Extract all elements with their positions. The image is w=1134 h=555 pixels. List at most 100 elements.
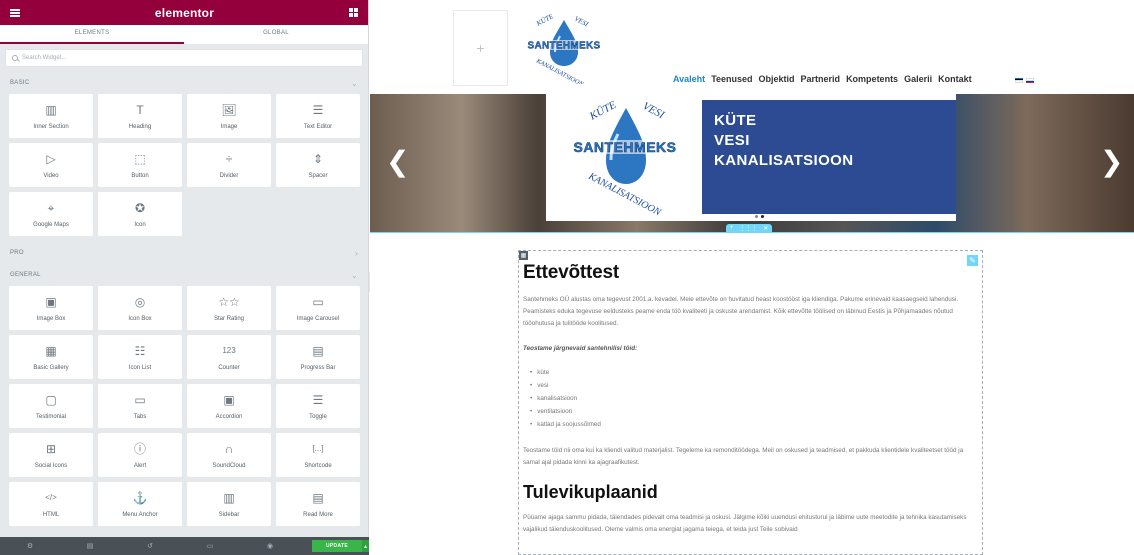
- widget-shortcode[interactable]: [...] Shortcode: [276, 433, 360, 477]
- widget-label: Progress Bar: [300, 364, 336, 371]
- nav-item-partnerid[interactable]: Partnerid: [801, 74, 841, 84]
- widget-counter[interactable]: 123 Counter: [187, 335, 271, 379]
- widget-google-maps[interactable]: ⌖ Google Maps: [9, 192, 93, 236]
- widget-toggle[interactable]: ☰ Toggle: [276, 384, 360, 428]
- divider-icon: ÷: [225, 151, 233, 166]
- intro-paragraph[interactable]: Santehmeks OÜ alustas oma tegevust 2001.…: [523, 294, 978, 330]
- svg-text:SANTEHMEKS: SANTEHMEKS: [573, 139, 676, 155]
- widget-button[interactable]: ⬚ Button: [98, 143, 182, 187]
- update-options-icon[interactable]: ▴: [362, 540, 369, 552]
- slider-prev-arrow-icon[interactable]: ❮: [386, 148, 409, 176]
- widget-label: Sidebar: [218, 511, 240, 518]
- nav-item-objektid[interactable]: Objektid: [759, 74, 795, 84]
- estonian-flag-icon[interactable]: [1015, 78, 1023, 83]
- section-handle[interactable]: + ⋮⋮⋮ ✕: [726, 224, 772, 232]
- svg-text:KÜTE: KÜTE: [587, 99, 619, 123]
- search-input[interactable]: Search Widget...: [5, 49, 363, 67]
- list-item: katlad ja soojussõlmed: [530, 418, 978, 431]
- heading-tulevikuplaanid[interactable]: Tulevikuplaanid: [523, 482, 978, 503]
- widget-video[interactable]: ▷ Video: [9, 143, 93, 187]
- column-handle-icon[interactable]: ▦: [519, 251, 528, 260]
- widget-html[interactable]: </> HTML: [9, 482, 93, 526]
- nav-item-kontakt[interactable]: Kontakt: [938, 74, 972, 84]
- widget-icon[interactable]: ✪ Icon: [98, 192, 182, 236]
- content-column[interactable]: ▦ ✎ Ettevõttest Santehmeks OÜ alustas om…: [518, 250, 983, 555]
- russian-flag-icon[interactable]: [1026, 78, 1034, 83]
- nav-item-avaleht[interactable]: Avaleht: [673, 74, 705, 84]
- accordion-icon: ▣: [223, 392, 235, 407]
- widget-text-editor[interactable]: ☰ Text Editor: [276, 94, 360, 138]
- widget-label: Heading: [128, 123, 152, 130]
- main-nav: Avaleht Teenused Objektid Partnerid Kompeten…: [673, 74, 972, 84]
- widget-star-rating[interactable]: ☆☆ Star Rating: [187, 286, 271, 330]
- preview-eye-icon[interactable]: ◉: [240, 537, 300, 555]
- widget-tabs[interactable]: ▭ Tabs: [98, 384, 182, 428]
- anchor-icon: ⚓: [132, 490, 148, 505]
- settings-gear-icon[interactable]: ⚙: [0, 537, 60, 555]
- add-section-icon[interactable]: +: [730, 225, 734, 231]
- columns-icon: ▥: [45, 102, 57, 117]
- history-icon[interactable]: ↺: [120, 537, 180, 555]
- testimonial-icon: ▢: [45, 392, 57, 407]
- edit-pencil-icon[interactable]: ✎: [967, 255, 978, 266]
- brand-title: elementor: [154, 5, 215, 20]
- responsive-icon[interactable]: ▭: [180, 537, 240, 555]
- hero-slider: KÜTE VESI SANTEHMEKS KANALISATSIOON KÜTE…: [370, 94, 1134, 232]
- nav-item-galerii[interactable]: Galerii: [904, 74, 932, 84]
- category-basic[interactable]: BASIC ⌄: [0, 72, 368, 94]
- widget-heading[interactable]: T Heading: [98, 94, 182, 138]
- widget-sidebar[interactable]: ▥ Sidebar: [187, 482, 271, 526]
- tab-global[interactable]: GLOBAL: [184, 25, 368, 44]
- carousel-icon: ▭: [312, 294, 324, 309]
- widget-basic-gallery[interactable]: ▦ Basic Gallery: [9, 335, 93, 379]
- category-pro[interactable]: PRO ›: [0, 242, 368, 264]
- santehmeks-logo[interactable]: KÜTE VESI SANTEHMEKS KANALISATSIOON: [512, 14, 617, 84]
- future-paragraph[interactable]: Püüame ajaga sammu pidada, täiendades pi…: [523, 512, 978, 536]
- nav-item-teenused[interactable]: Teenused: [711, 74, 752, 84]
- nav-item-kompetents[interactable]: Kompetents: [846, 74, 898, 84]
- widget-label: Image Carousel: [296, 315, 340, 322]
- widget-image-carousel[interactable]: ▭ Image Carousel: [276, 286, 360, 330]
- widget-testimonial[interactable]: ▢ Testimonial: [9, 384, 93, 428]
- panel-header: elementor: [0, 0, 368, 25]
- section-drag-icon[interactable]: ⋮⋮⋮: [739, 225, 757, 232]
- materials-paragraph[interactable]: Teostame töid nii oma kui ka kliendi val…: [523, 445, 978, 469]
- panel-footer: ⚙ ▤ ↺ ▭ ◉ UPDATE ▴: [0, 537, 369, 555]
- widget-social-icons[interactable]: ⊞ Social Icons: [9, 433, 93, 477]
- tab-elements[interactable]: ELEMENTS: [0, 25, 184, 44]
- widget-icon-list[interactable]: ☷ Icon List: [98, 335, 182, 379]
- list-item: kanalisatsioon: [530, 392, 978, 405]
- widget-accordion[interactable]: ▣ Accordion: [187, 384, 271, 428]
- widget-divider[interactable]: ÷ Divider: [187, 143, 271, 187]
- widget-label: Basic Gallery: [33, 364, 69, 371]
- category-label: PRO: [10, 250, 24, 256]
- widget-read-more[interactable]: ▤ Read More: [276, 482, 360, 526]
- widget-label: Alert: [133, 462, 147, 469]
- slider-dot-active[interactable]: [761, 215, 764, 218]
- widget-alert[interactable]: ⓘ Alert: [98, 433, 182, 477]
- slider-dot[interactable]: [755, 215, 758, 218]
- category-general[interactable]: GENERAL ⌄: [0, 264, 368, 286]
- star-circle-icon: ✪: [134, 200, 146, 215]
- map-icon: ⌖: [47, 200, 55, 215]
- widget-inner-section[interactable]: ▥ Inner Section: [9, 94, 93, 138]
- alert-icon: ⓘ: [133, 441, 146, 456]
- slide-text-box: KÜTE VESI KANALISATSIOON: [702, 100, 956, 214]
- widget-menu-anchor[interactable]: ⚓ Menu Anchor: [98, 482, 182, 526]
- services-subheading[interactable]: Teostame järgnevaid santehnilisi töid:: [523, 343, 978, 355]
- widget-image-box[interactable]: ▣ Image Box: [9, 286, 93, 330]
- navigator-icon[interactable]: ▤: [60, 537, 120, 555]
- add-logo-placeholder[interactable]: +: [453, 10, 508, 86]
- widget-spacer[interactable]: ⇕ Spacer: [276, 143, 360, 187]
- heading-icon: T: [136, 102, 144, 117]
- update-button[interactable]: UPDATE: [312, 540, 362, 552]
- widget-image[interactable]: 🖼 Image: [187, 94, 271, 138]
- slider-next-arrow-icon[interactable]: ❯: [1100, 148, 1123, 176]
- widgets-grid-icon[interactable]: [349, 8, 358, 17]
- delete-section-icon[interactable]: ✕: [763, 225, 768, 232]
- heading-ettevottest[interactable]: Ettevõttest: [523, 262, 978, 284]
- widget-progress-bar[interactable]: ▤ Progress Bar: [276, 335, 360, 379]
- widget-soundcloud[interactable]: ∩ SoundCloud: [187, 433, 271, 477]
- menu-icon[interactable]: [10, 8, 20, 17]
- widget-icon-box[interactable]: ◎ Icon Box: [98, 286, 182, 330]
